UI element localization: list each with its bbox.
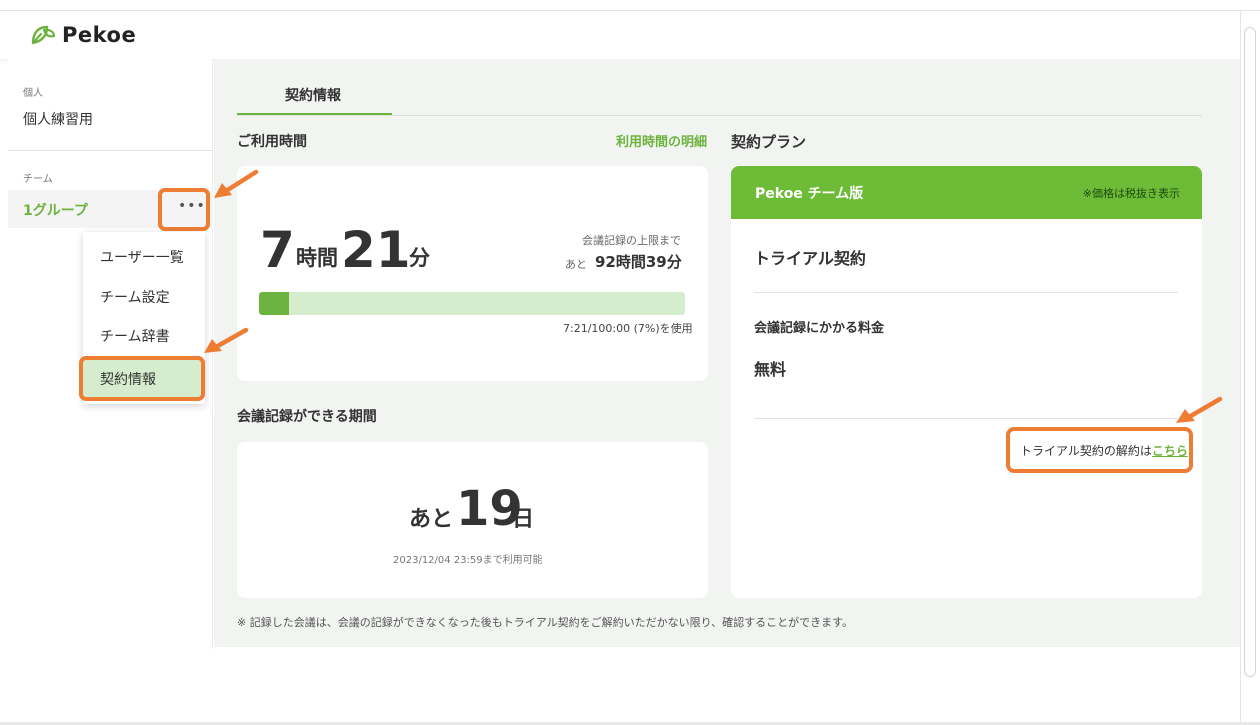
sidebar-item-personal-practice[interactable]: 個人練習用 [23, 109, 93, 129]
period-prefix: あと [409, 507, 454, 532]
app-name: Pekoe [62, 23, 137, 47]
scrollbar[interactable] [1240, 11, 1260, 723]
remaining-time: 92時間39分 [595, 253, 682, 271]
menu-item-user-list[interactable]: ユーザー一覧 [100, 247, 184, 267]
cancel-trial-link[interactable]: こちら [1152, 444, 1188, 458]
sidebar-item-group-label: 1グループ [23, 203, 88, 219]
menu-item-contract-info[interactable]: 契約情報 [79, 356, 205, 401]
plan-card [731, 166, 1202, 598]
usage-progress-bar [259, 292, 685, 315]
tax-note: ※価格は税抜き表示 [1082, 187, 1180, 200]
period-title: 会議記録ができる期間 [237, 409, 377, 425]
plan-divider-2 [754, 418, 1178, 419]
usage-progress-caption: 7:21/100:00 (7%)を使用 [563, 322, 693, 335]
usage-minutes: 21 [341, 221, 411, 279]
period-days-unit: 日 [512, 507, 535, 532]
arrow-icon [1176, 396, 1223, 423]
footnote: ※ 記録した会議は、会議の記録ができなくなった後もトライアル契約をご解約いただか… [237, 616, 854, 629]
fee-value: 無料 [754, 360, 787, 379]
arrow-icon [204, 327, 249, 353]
tab-divider [237, 115, 1202, 116]
fee-label: 会議記録にかかる料金 [754, 321, 885, 336]
plan-name: Pekoe チーム版 [755, 186, 864, 202]
remaining-prefix: あと [565, 258, 587, 271]
usage-title: ご利用時間 [237, 134, 307, 150]
usage-hours: 7 [260, 221, 295, 279]
scrollbar-thumb[interactable] [1244, 27, 1256, 677]
usage-hours-unit: 時間 [296, 246, 338, 270]
tab-contract-info[interactable]: 契約情報 [285, 85, 341, 105]
cancel-trial-label: トライアル契約の解約は [1020, 444, 1152, 458]
app-logo[interactable]: Pekoe [30, 23, 136, 47]
more-options-highlight [158, 188, 210, 231]
usage-card [237, 166, 708, 381]
plan-header: Pekoe チーム版 ※価格は税抜き表示 [731, 166, 1202, 219]
plan-title: 契約プラン [731, 133, 807, 151]
cancel-trial-text: トライアル契約の解約はこちら [1020, 442, 1188, 459]
usage-progress-fill [259, 292, 289, 315]
period-until: 2023/12/04 23:59まで利用可能 [393, 555, 543, 566]
sidebar-section-team: チーム [23, 174, 53, 185]
arrow-icon [214, 169, 259, 198]
usage-detail-link[interactable]: 利用時間の明細 [616, 131, 707, 150]
contract-type: トライアル契約 [754, 249, 866, 268]
sidebar-divider [8, 150, 213, 151]
usage-minutes-unit: 分 [409, 246, 430, 270]
menu-item-team-dictionary[interactable]: チーム辞書 [100, 326, 170, 346]
menu-item-contract-info-label: 契約情報 [100, 372, 156, 388]
sidebar-section-personal: 個人 [23, 88, 43, 99]
menu-item-team-settings[interactable]: チーム設定 [100, 287, 170, 307]
plan-divider-1 [754, 292, 1178, 293]
limit-label: 会議記録の上限まで [582, 234, 681, 247]
app-header: Pekoe [0, 11, 1240, 59]
leaf-logo-icon [31, 25, 56, 45]
